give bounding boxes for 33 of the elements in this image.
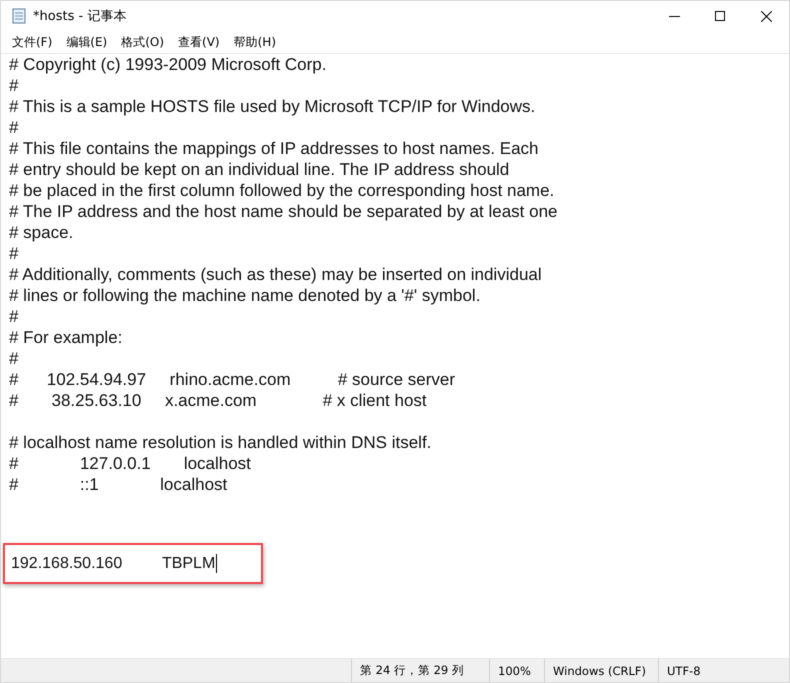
maximize-icon — [715, 11, 725, 21]
menu-item[interactable]: 格式(O) — [114, 32, 172, 52]
text-line: # localhost name resolution is handled within DNS itself. — [9, 432, 432, 453]
close-icon — [760, 10, 772, 22]
menu-item[interactable]: 查看(V) — [171, 32, 227, 52]
status-text: 第 24 行，第 29 列 — [351, 659, 489, 682]
window-title: *hosts - 记事本 — [33, 8, 128, 25]
notepad-icon — [11, 8, 27, 24]
text-line: # For example: — [9, 327, 124, 348]
text-line: # The IP address and the host name should be separated by at least one — [9, 201, 558, 222]
text-line: # 102.54.94.97 rhino.acme.com # source server — [9, 369, 456, 390]
text-line: # — [9, 348, 20, 369]
status-text: 100% — [489, 659, 544, 682]
status-text: Windows (CRLF) — [544, 659, 658, 682]
menu-item[interactable]: 编辑(E) — [59, 32, 114, 52]
text-line: # — [9, 75, 20, 96]
status-text: UTF-8 — [658, 659, 758, 682]
text-line: # This is a sample HOSTS file used by Microsoft TCP/IP for Windows. — [9, 96, 536, 117]
text-line: # ::1 localhost — [9, 474, 228, 495]
text-line: # — [9, 117, 20, 138]
text-line: # space. — [9, 222, 74, 243]
text-line: # 127.0.0.1 localhost — [9, 453, 252, 474]
text-line: # 38.25.63.10 x.acme.com # x client host — [9, 390, 428, 411]
text-line: # entry should be kept on an individual line. The IP address should — [9, 159, 510, 180]
text-line: # be placed in the first column followed by the corresponding host name. — [9, 180, 556, 201]
text-line: # This file contains the mappings of IP addresses to host names. Each — [9, 138, 540, 159]
text-line: # Additionally, comments (such as these) may be inserted on individual — [9, 264, 543, 285]
menu-item[interactable]: 帮助(H) — [226, 32, 283, 52]
text-line: # — [9, 306, 20, 327]
text-line: # lines or following the machine name denoted by a '#' symbol. — [9, 285, 482, 306]
text-line: # — [9, 243, 20, 264]
menu-item[interactable]: 文件(F) — [5, 32, 60, 52]
text-line: # Copyright (c) 1993-2009 Microsoft Corp. — [9, 54, 328, 75]
